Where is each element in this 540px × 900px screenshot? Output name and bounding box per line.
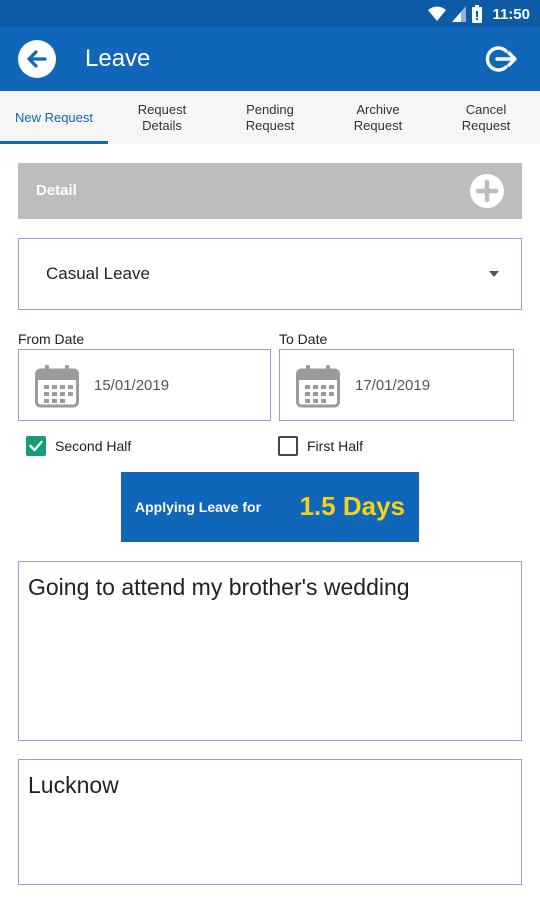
tab-pending-request[interactable]: Pending Request [216,91,324,144]
to-date-field[interactable]: 17/01/2019 [279,349,514,421]
calendar-icon [35,365,79,408]
wifi-icon [428,6,447,21]
leave-type-value: Casual Leave [46,264,150,283]
checkmark-icon [29,440,43,452]
calendar-icon [296,365,340,408]
status-time: 11:50 [492,5,530,23]
to-date-value: 17/01/2019 [355,377,431,394]
leave-days-value: 1.5 Days [299,491,405,521]
tab-new-request[interactable]: New Request [0,91,108,144]
app-bar: Leave [0,27,540,91]
plus-circle-icon [470,174,504,208]
from-date-label: From Date [18,331,85,347]
from-date-field[interactable]: 15/01/2019 [18,349,271,421]
reason-textarea[interactable]: Going to attend my brother's wedding [18,561,522,741]
second-half-label: Second Half [55,438,132,454]
detail-section-header: Detail [18,163,522,219]
page-title: Leave [85,45,151,72]
leave-type-select[interactable]: Casual Leave [18,238,522,310]
from-date-value: 15/01/2019 [94,377,170,394]
second-half-checkbox[interactable] [26,436,46,456]
signal-icon [452,6,467,22]
status-bar: 11:50 [0,0,540,27]
logout-icon [485,46,517,72]
battery-icon [472,5,483,23]
to-date-label: To Date [279,331,328,347]
tab-bar: New Request Request Details Pending Requ… [0,91,540,144]
dropdown-caret-icon [489,271,499,277]
tab-label: Cancel Request [461,101,511,133]
first-half-checkbox-row[interactable]: First Half [278,436,363,456]
leave-days-summary: Applying Leave for 1.5 Days [121,472,419,542]
first-half-label: First Half [307,438,363,454]
second-half-checkbox-row[interactable]: Second Half [26,436,131,456]
tab-label: Archive Request [353,101,403,133]
back-arrow-icon [27,50,47,68]
detail-label: Detail [36,182,77,199]
back-button[interactable] [18,40,56,78]
location-textarea[interactable]: Lucknow [18,759,522,885]
status-icons: 11:50 [428,4,530,24]
leave-days-label: Applying Leave for [135,499,262,515]
tab-label: Pending Request [245,101,295,133]
tab-label: Request Details [137,101,187,133]
logout-button[interactable] [484,42,518,76]
add-detail-button[interactable] [470,174,504,208]
tab-request-details[interactable]: Request Details [108,91,216,144]
tab-archive-request[interactable]: Archive Request [324,91,432,144]
first-half-checkbox[interactable] [278,436,298,456]
tab-cancel-request[interactable]: Cancel Request [432,91,540,144]
tab-label: New Request [14,109,94,125]
